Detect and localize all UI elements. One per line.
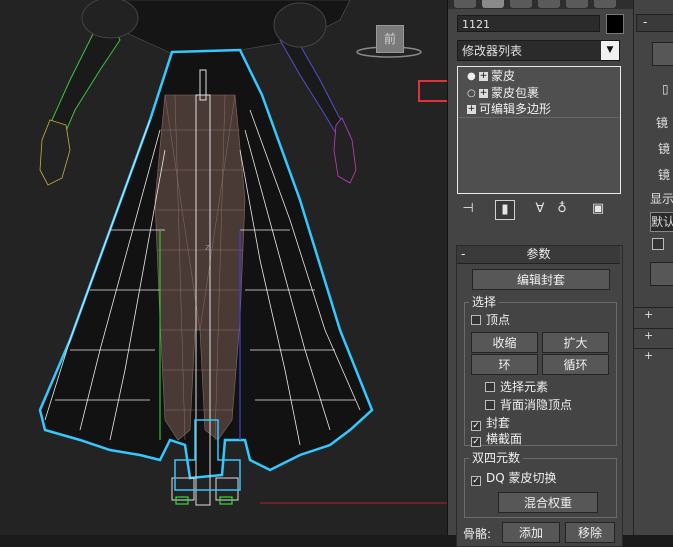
rollout-expander-3[interactable]: + <box>634 348 673 362</box>
view-cube[interactable]: 前 <box>376 25 404 53</box>
stack-item-label: 可编辑多边形 <box>479 102 552 116</box>
motion-tab-icon[interactable] <box>538 0 560 8</box>
rollout-expander-1[interactable]: + <box>634 307 673 321</box>
lightbulb-icon[interactable]: ● <box>467 71 476 82</box>
viewport-front[interactable]: z 前 <box>0 0 447 535</box>
modifier-list-label: 修改器列表 <box>462 44 523 58</box>
pin-stack-icon[interactable]: ⊣ <box>459 200 477 218</box>
grow-button[interactable]: 扩大 <box>542 332 609 353</box>
selection-group: 选择 顶点 收缩 扩大 环 循环 选择元素 背面消隐顶点 ✓ 封套 ✓ 横截面 <box>464 295 617 447</box>
show-end-result-icon[interactable]: ▮ <box>495 200 515 220</box>
ring-button[interactable]: 环 <box>471 354 538 375</box>
collapse-icon[interactable]: - <box>461 246 465 263</box>
rollout-header[interactable]: - 参数 <box>457 246 620 264</box>
checkbox-icon[interactable] <box>485 400 495 410</box>
secondary-button-2[interactable] <box>650 262 673 286</box>
rollout-expander-2[interactable]: + <box>634 328 673 342</box>
remove-modifier-icon[interactable]: ♁ <box>553 200 571 218</box>
axis-label: z <box>205 243 210 253</box>
check-icon[interactable]: ✓ <box>471 421 481 431</box>
loop-button[interactable]: 循环 <box>542 354 609 375</box>
expand-icon[interactable]: + <box>479 72 488 81</box>
dq-toggle-label: DQ 蒙皮切换 <box>486 471 557 485</box>
utilities-tab-icon[interactable] <box>594 0 616 8</box>
secondary-rollout-header[interactable]: - <box>636 14 673 32</box>
expand-icon[interactable]: + <box>644 308 653 321</box>
secondary-button[interactable] <box>652 42 673 66</box>
stack-toolbar: ⊣ ▮ ∀ ♁ ▣ <box>457 200 627 220</box>
remove-bone-button[interactable]: 移除 <box>565 522 615 543</box>
bones-label: 骨骼: <box>463 527 492 541</box>
small-icon: ▯ <box>662 82 669 96</box>
checkbox-icon[interactable] <box>471 315 481 325</box>
stack-item-skin[interactable]: ● + 蒙皮 <box>467 68 515 84</box>
make-unique-icon[interactable]: ∀ <box>531 200 549 218</box>
envelope-label: 封套 <box>486 416 511 430</box>
create-tab-icon[interactable] <box>454 0 476 8</box>
envelope-checkbox[interactable]: ✓ 封套 <box>471 416 510 431</box>
display-tab-icon[interactable] <box>566 0 588 8</box>
mirror-label-1: 镜 <box>656 116 669 130</box>
backface-cull-checkbox[interactable]: 背面消隐顶点 <box>485 398 572 412</box>
panel-tab-strip <box>448 0 634 9</box>
check-icon[interactable]: ✓ <box>471 476 481 486</box>
chevron-down-icon[interactable]: ▼ <box>601 41 619 60</box>
edit-envelope-button[interactable]: 编辑封套 <box>472 269 610 290</box>
vertex-label: 顶点 <box>486 313 511 327</box>
blend-weights-button[interactable]: 混合权重 <box>498 492 598 513</box>
checkbox-icon[interactable] <box>485 382 495 392</box>
shrink-button[interactable]: 收缩 <box>471 332 538 353</box>
modifier-list-dropdown[interactable]: 修改器列表 ▼ <box>457 40 620 61</box>
display-field[interactable]: 默认 <box>650 212 673 232</box>
lightbulb-icon[interactable]: ○ <box>467 88 476 99</box>
hierarchy-tab-icon[interactable] <box>510 0 532 8</box>
cross-section-label: 横截面 <box>486 432 523 446</box>
object-name-field[interactable]: 1121 <box>457 15 600 32</box>
stack-item-editable-poly[interactable]: + 可编辑多边形 <box>467 101 551 117</box>
mirror-label-3: 镜 <box>658 168 671 182</box>
selection-group-title: 选择 <box>469 295 500 309</box>
rollout-title: 参数 <box>526 247 551 261</box>
vertex-checkbox[interactable]: 顶点 <box>471 313 510 327</box>
cross-section-checkbox[interactable]: ✓ 横截面 <box>471 432 522 447</box>
secondary-panel: - ▯ 镜 镜 镜 显示 默认 + + + <box>633 0 673 535</box>
check-icon[interactable]: ✓ <box>471 437 481 447</box>
dq-toggle-checkbox[interactable]: ✓ DQ 蒙皮切换 <box>471 471 557 486</box>
select-element-label: 选择元素 <box>500 380 549 394</box>
modifier-stack[interactable]: ● + 蒙皮 ○ + 蒙皮包裹 + 可编辑多边形 <box>457 66 621 194</box>
display-label: 显示 <box>650 192 673 206</box>
expand-icon[interactable]: + <box>644 329 653 342</box>
mirror-label-2: 镜 <box>658 142 671 156</box>
stack-item-label: 蒙皮包裹 <box>491 86 540 100</box>
stack-item-label: 蒙皮 <box>491 69 516 83</box>
configure-sets-icon[interactable]: ▣ <box>589 200 607 218</box>
expand-icon[interactable]: + <box>644 349 653 362</box>
stack-item-skin-wrap[interactable]: ○ + 蒙皮包裹 <box>467 85 539 101</box>
select-element-checkbox[interactable]: 选择元素 <box>485 380 548 394</box>
dq-group-title: 双四元数 <box>469 451 524 465</box>
object-color-swatch[interactable] <box>606 14 624 34</box>
command-panel: 1121 修改器列表 ▼ ● + 蒙皮 ○ + 蒙皮包裹 + 可编辑多边形 ⊣ ▮ ∀ ♁… <box>447 0 634 547</box>
expand-icon[interactable]: + <box>479 89 488 98</box>
dual-quaternion-group: 双四元数 ✓ DQ 蒙皮切换 混合权重 <box>464 451 617 518</box>
viewport-canvas: z <box>38 0 447 506</box>
add-bone-button[interactable]: 添加 <box>502 522 560 543</box>
collapse-icon[interactable]: - <box>643 15 647 30</box>
checkbox-icon[interactable] <box>652 238 664 250</box>
modify-tab-icon[interactable] <box>482 0 504 8</box>
backface-cull-label: 背面消隐顶点 <box>500 398 573 412</box>
expand-icon[interactable]: + <box>467 105 476 114</box>
parameters-rollout: - 参数 编辑封套 选择 顶点 收缩 扩大 环 循环 选择元素 背面消隐顶点 ✓… <box>456 245 623 547</box>
